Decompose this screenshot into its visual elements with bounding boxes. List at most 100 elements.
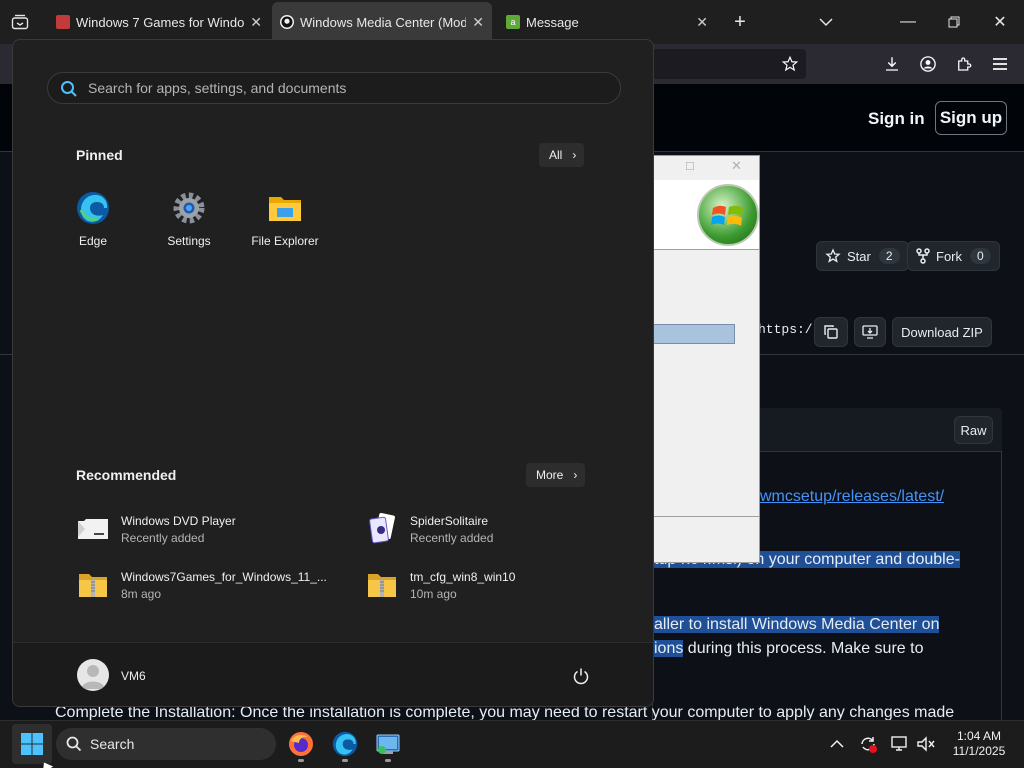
pinned-app-edge[interactable]: Edge [45, 190, 141, 248]
running-indicator [385, 759, 391, 762]
taskbar-firefox[interactable] [285, 728, 317, 760]
fork-count: 0 [970, 248, 991, 264]
spider-solitaire-icon [365, 512, 399, 546]
recommended-name: tm_cfg_win8_win10 [410, 569, 516, 584]
new-tab-button[interactable]: + [724, 6, 756, 38]
readme-line: aller to install Windows Media Center on [654, 616, 940, 634]
sync-alert-icon [861, 737, 877, 753]
star-label: Star [847, 248, 871, 264]
pinned-app-file-explorer[interactable]: File Explorer [237, 190, 333, 248]
user-avatar[interactable] [77, 659, 109, 691]
list-all-tabs-button[interactable] [810, 6, 842, 38]
recommended-sub: 10m ago [410, 586, 457, 601]
star-button[interactable]: Star 2 [816, 241, 909, 271]
chevron-down-icon [819, 18, 833, 27]
power-button[interactable] [569, 664, 593, 688]
more-button[interactable]: More › [526, 463, 586, 487]
recommended-sub: Recently added [121, 530, 205, 545]
show-hidden-icons-button[interactable] [826, 732, 848, 756]
cards-icon [56, 15, 70, 29]
maximize-button[interactable] [938, 6, 970, 38]
user-name[interactable]: VM6 [121, 669, 146, 683]
pinned-heading: Pinned [76, 147, 123, 163]
open-desktop-button[interactable] [854, 317, 886, 347]
dialog-separator [653, 516, 759, 517]
tab-title: Windows 7 Games for Windows [76, 14, 245, 30]
user-icon [81, 665, 105, 689]
recommended-item[interactable]: Windows DVD Player Recently added [76, 511, 236, 547]
download-zip-button[interactable]: Download ZIP [892, 317, 992, 347]
star-icon [825, 248, 841, 263]
chevron-right-icon: › [572, 148, 577, 162]
all-apps-button[interactable]: All › [539, 143, 585, 167]
account-icon [920, 56, 936, 72]
close-icon[interactable]: ✕ [731, 158, 742, 174]
taskbar-edge[interactable] [329, 728, 361, 760]
start-search-input[interactable] [88, 73, 608, 103]
minimize-icon: — [900, 13, 916, 30]
recommended-name: SpiderSolitaire [410, 513, 489, 528]
sign-up-button[interactable]: Sign up [935, 101, 1007, 135]
fork-button[interactable]: Fork 0 [907, 241, 1000, 271]
chevron-right-icon: › [573, 468, 578, 482]
tab-message[interactable]: a Message ✕ [498, 2, 720, 42]
extensions-button[interactable] [952, 52, 976, 76]
edge-icon [332, 731, 358, 757]
pinned-app-settings[interactable]: Settings [141, 190, 237, 248]
volume-muted-icon [917, 736, 935, 752]
desktop-download-icon [862, 325, 878, 339]
recommended-heading: Recommended [76, 467, 177, 483]
sign-in-link[interactable]: Sign in [868, 109, 925, 129]
raw-button[interactable]: Raw [954, 416, 993, 444]
taskbar-search-label: Search [90, 736, 135, 752]
tab-windows-media-center[interactable]: Windows Media Center (Moder ✕ [272, 2, 492, 42]
recommended-sub: 8m ago [121, 586, 162, 601]
app-label: Edge [78, 234, 108, 248]
fork-label: Fork [936, 248, 962, 264]
tab-windows7-games[interactable]: Windows 7 Games for Windows ✕ [48, 2, 270, 42]
recommended-item[interactable]: SpiderSolitaire Recently added [365, 511, 493, 547]
settings-gear-icon [171, 190, 207, 226]
tab-list-icon [11, 14, 29, 30]
installer-icon [376, 734, 400, 754]
bookmark-star-button[interactable] [778, 52, 802, 76]
app-label: Settings [167, 234, 211, 248]
installer-dialog: ☐ ✕ [652, 155, 760, 563]
selected-text: ions [654, 640, 684, 657]
release-link[interactable]: wmcsetup/releases/latest/ [760, 488, 944, 506]
minimize-button[interactable]: — [892, 6, 924, 38]
close-tab-icon[interactable]: ✕ [472, 14, 484, 31]
downloads-button[interactable] [880, 52, 904, 76]
tab-list-button[interactable] [4, 6, 36, 38]
close-window-button[interactable]: ✕ [984, 6, 1016, 38]
close-tab-icon[interactable]: ✕ [250, 14, 262, 31]
volume-icon-button[interactable] [915, 732, 937, 756]
recommended-item[interactable]: Windows7Games_for_Windows_11_... 8m ago [76, 567, 327, 603]
app-menu-button[interactable] [988, 52, 1012, 76]
github-icon [280, 15, 294, 29]
start-search-box[interactable] [47, 72, 621, 104]
close-tab-icon[interactable]: ✕ [696, 14, 708, 31]
update-status-icon[interactable] [857, 732, 879, 756]
zip-folder-icon [76, 568, 110, 602]
restore-icon [948, 16, 960, 28]
copy-url-button[interactable] [814, 317, 848, 347]
readme-line: ions during this process. Make sure to [654, 640, 923, 658]
network-icon [891, 736, 907, 751]
more-label: More [536, 468, 564, 482]
fork-icon [916, 248, 930, 264]
zip-folder-icon [365, 568, 399, 602]
taskbar-clock[interactable]: 1:04 AM 11/1/2025 [940, 729, 1018, 759]
readme-text: during this process. Make sure to [683, 640, 924, 657]
network-icon-button[interactable] [889, 732, 911, 756]
recommended-name: Windows7Games_for_Windows_11_... [121, 569, 327, 584]
selected-text: aller to install Windows Media Center on [654, 616, 940, 633]
start-button[interactable] [12, 724, 52, 764]
clone-url-text: https:/ [758, 322, 813, 337]
account-button[interactable] [916, 52, 940, 76]
recommended-item[interactable]: tm_cfg_win8_win10 10m ago [365, 567, 515, 603]
taskbar-installer[interactable] [372, 728, 404, 760]
taskbar-search[interactable]: Search [56, 728, 276, 760]
edge-icon [75, 190, 111, 226]
running-indicator [298, 759, 304, 762]
